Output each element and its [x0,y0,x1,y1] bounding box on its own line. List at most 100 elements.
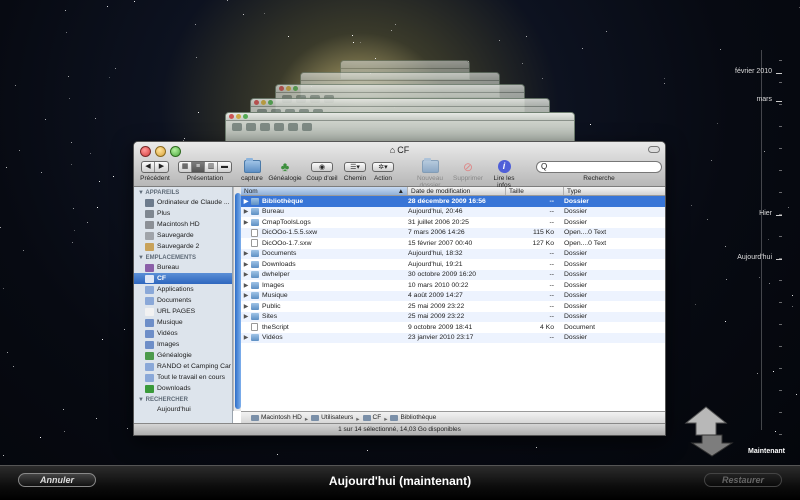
quicklook-button[interactable]: ◉ Coup d'œil [304,158,340,182]
sidebar-item[interactable]: Aujourd'hui [134,404,232,415]
column-view-icon[interactable]: ▥ [205,161,218,172]
sidebar-item[interactable]: URL PAGES [134,306,232,317]
back-forward-control[interactable]: ◀ ▶ Précédent [138,158,172,182]
title-bar[interactable]: ⌂ CF ◀ ▶ Précédent ▦ ≡ ▥ ▬ Présentation ca… [134,142,665,189]
sidebar-item[interactable]: Vidéos [134,328,232,339]
disclosure-triangle-icon[interactable]: ▶ [241,334,251,341]
sidebar-item[interactable]: Macintosh HD [134,219,232,230]
table-row[interactable]: DicOOo-1.5.5.sxw 7 mars 2006 14:26 115 Ko O… [241,227,665,238]
sidebar-item[interactable]: CF [134,273,232,284]
capture-button[interactable]: capture [238,158,266,182]
clock-icon [145,405,154,414]
timeline-label[interactable]: février 2010 [735,68,772,75]
column-header-name[interactable]: Nom ▲ [241,187,408,195]
path-segment[interactable]: Macintosh HD [251,412,302,423]
disclosure-triangle-icon[interactable]: ▶ [241,208,251,215]
toolbar-toggle-button[interactable] [648,146,660,153]
sidebar-item[interactable]: Musique [134,317,232,328]
sidebar-item[interactable]: Plus [134,208,232,219]
table-row[interactable]: ▶ Public 25 mai 2009 23:22 -- Dossier [241,301,665,312]
back-arrow-icon[interactable]: ◀ [142,161,155,172]
path-segment[interactable]: CF [362,412,381,423]
sidebar-section-header[interactable]: ▼ APPAREILS [134,187,232,197]
table-row[interactable]: ▶ Vidéos 23 janvier 2010 23:17 -- Dossier [241,332,665,343]
sidebar-item[interactable]: Sauvegarde [134,230,232,241]
timeline-label[interactable]: mars [756,96,772,103]
sidebar-item[interactable]: Généalogie [134,350,232,361]
table-row[interactable]: ▶ Musique 4 août 2009 14:27 -- Dossier [241,290,665,301]
table-row[interactable]: DicOOo-1.7.sxw 15 février 2007 00:40 127 K… [241,238,665,249]
table-row[interactable]: ▶ dwhelper 30 octobre 2009 16:20 -- Dossier [241,269,665,280]
path-segment[interactable]: Bibliothèque [390,412,436,423]
window-title: ⌂ CF [389,145,410,155]
table-row[interactable]: ▶ Bibliothèque 28 décembre 2009 16:56 -- Dos… [241,196,665,207]
sidebar-item[interactable]: Bureau [134,262,232,273]
sidebar-item[interactable]: Ordinateur de Claude ... [134,197,232,208]
file-name: CmapToolsLogs [262,218,311,226]
column-header-type[interactable]: Type [564,187,665,195]
table-row[interactable]: ▶ CmapToolsLogs 31 juillet 2006 20:25 -- Dos… [241,217,665,228]
file-date: Aujourd'hui, 19:21 [408,260,463,268]
star [2,454,4,456]
finder-window[interactable]: ⌂ CF ◀ ▶ Précédent ▦ ≡ ▥ ▬ Présentation ca… [133,141,666,436]
disclosure-triangle-icon[interactable]: ▶ [241,313,251,320]
sidebar-section-header[interactable]: ▼ RECHERCHER [134,394,232,404]
disclosure-triangle-icon[interactable]: ▶ [241,198,251,205]
table-row[interactable]: ▶ Images 10 mars 2010 00:22 -- Dossier [241,280,665,291]
forward-arrow-icon[interactable]: ▶ [155,162,168,172]
icon-view-icon[interactable]: ▦ [179,161,192,172]
disclosure-triangle-icon[interactable]: ▶ [241,292,251,299]
search-control[interactable]: Q Recherche [535,158,663,182]
timeline-label[interactable]: Aujourd'hui [737,254,772,261]
delete-button[interactable]: ⊘ Supprimer [452,158,484,183]
restore-button[interactable]: Restaurer [704,473,782,487]
path-button[interactable]: ☰▾ Chemin [342,158,368,182]
sidebar-item-label: Images [157,341,180,348]
sidebar-item[interactable]: Applications [134,284,232,295]
sidebar-item[interactable]: Sauvegarde 2 [134,241,232,252]
view-control[interactable]: ▦ ≡ ▥ ▬ Présentation [176,158,234,182]
sidebar-item[interactable]: Downloads [134,383,232,394]
search-input[interactable]: Q [536,160,662,173]
genealogie-button[interactable]: ♣ Généalogie [268,158,302,182]
star [113,175,115,177]
table-row[interactable]: theScript 9 octobre 2009 18:41 4 Ko Documen… [241,322,665,333]
coverflow-view-icon[interactable]: ▬ [218,162,231,172]
sidebar-scrollbar[interactable] [233,187,241,411]
list-view-icon[interactable]: ≡ [192,161,205,172]
get-info-button[interactable]: i Lire les infos [486,158,522,189]
file-name: Bureau [262,208,284,216]
disclosure-triangle-icon[interactable]: ▶ [241,261,251,268]
sidebar-item[interactable]: Images [134,339,232,350]
timeline-now-label[interactable]: Maintenant [748,448,785,455]
disclosure-triangle-icon[interactable]: ▶ [241,219,251,226]
disclosure-triangle-icon[interactable]: ▶ [241,303,251,310]
disk-icon [251,414,259,421]
file-size: -- [549,208,554,216]
disclosure-triangle-icon[interactable]: ▶ [241,282,251,289]
sidebar-section-header[interactable]: ▼ EMPLACEMENTS [134,252,232,262]
action-button[interactable]: ✲▾ Action [370,158,396,182]
sidebar-item-label: Ordinateur de Claude ... [157,199,230,206]
timeline-minor-tick [779,104,782,105]
timeline-minor-tick [779,214,782,215]
sidebar-item[interactable]: Tout le travail en cours [134,372,232,383]
time-navigation-arrows-icon[interactable] [684,405,744,457]
star [184,137,186,139]
file-name: Public [262,302,281,310]
sidebar-item[interactable]: RANDO et Camping Car [134,361,232,372]
table-row[interactable]: ▶ Downloads Aujourd'hui, 19:21 -- Dossier [241,259,665,270]
table-row[interactable]: ▶ Sites 25 mai 2009 23:22 -- Dossier [241,311,665,322]
path-segment[interactable]: Utilisateurs [311,412,353,423]
sidebar-item[interactable]: Documents [134,295,232,306]
timeline[interactable]: février 2010 mars Hier Aujourd'hui [725,0,800,465]
column-header-size[interactable]: Taille [506,187,564,195]
timeline-label[interactable]: Hier [759,210,772,217]
star [227,0,229,1]
disclosure-triangle-icon[interactable]: ▶ [241,271,251,278]
column-header-date[interactable]: Date de modification [408,187,506,195]
disclosure-triangle-icon[interactable]: ▶ [241,250,251,257]
new-folder-button[interactable]: Nouveau dossier [410,158,450,189]
table-row[interactable]: ▶ Bureau Aujourd'hui, 20:46 -- Dossier [241,206,665,217]
table-row[interactable]: ▶ Documents Aujourd'hui, 18:32 -- Dossier [241,248,665,259]
